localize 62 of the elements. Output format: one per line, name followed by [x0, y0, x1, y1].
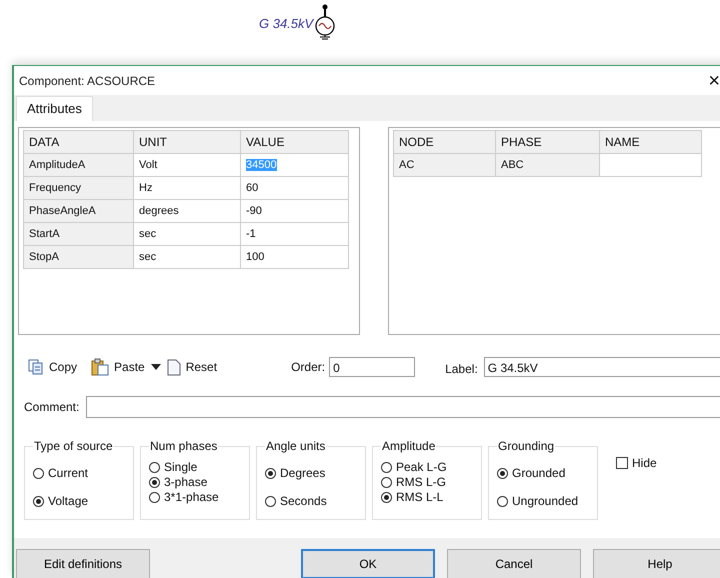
- dialog-button[interactable]: Cancel: [447, 549, 581, 578]
- table-cell: Hz: [134, 177, 241, 200]
- column-header: NODE: [394, 131, 496, 154]
- radio-option[interactable]: Current: [33, 466, 88, 480]
- value-cell[interactable]: 60: [241, 177, 349, 200]
- comment-field[interactable]: [86, 396, 720, 418]
- table-cell: degrees: [134, 200, 241, 223]
- dialog-button[interactable]: Edit definitions: [16, 549, 150, 578]
- radio-option[interactable]: RMS L-L: [381, 490, 444, 504]
- tab[interactable]: Attributes: [16, 96, 93, 121]
- dialog-button[interactable]: Help: [593, 549, 720, 578]
- value-cell[interactable]: 100: [241, 246, 349, 269]
- document-icon: [166, 358, 181, 376]
- toolbar-button[interactable]: Reset: [166, 358, 218, 376]
- radio-option[interactable]: 3-phase: [149, 475, 208, 489]
- table-cell: sec: [134, 223, 241, 246]
- column-header: PHASE: [496, 131, 600, 154]
- radio-option[interactable]: Peak L-G: [381, 460, 447, 474]
- radio-option[interactable]: Single: [149, 460, 198, 474]
- table-cell: StartA: [24, 223, 134, 246]
- table-cell: StopA: [24, 246, 134, 269]
- column-header: NAME: [600, 131, 702, 154]
- column-header: VALUE: [241, 131, 349, 154]
- order-field[interactable]: 0: [329, 357, 416, 378]
- field-label: Comment:: [24, 400, 80, 414]
- component-label: G 34.5kV: [259, 16, 314, 31]
- radio-option[interactable]: Ungrounded: [497, 494, 578, 508]
- table-cell: Frequency: [24, 177, 134, 200]
- radio-option[interactable]: Seconds: [265, 494, 327, 508]
- toolbar-button[interactable]: Copy: [28, 359, 78, 376]
- label-field[interactable]: G 34.5kV: [484, 357, 720, 378]
- group-title: Num phases: [149, 439, 218, 453]
- group-title: Grounding: [497, 439, 556, 453]
- paste-icon: [91, 358, 110, 376]
- toolbar-button[interactable]: Paste: [91, 358, 145, 376]
- caret-icon[interactable]: [150, 364, 161, 370]
- table-cell: AmplitudeA: [24, 154, 134, 177]
- close-button[interactable]: ×: [708, 70, 720, 90]
- value-cell[interactable]: -1: [241, 223, 349, 246]
- radio-option[interactable]: RMS L-G: [381, 475, 446, 489]
- table-cell: Volt: [134, 154, 241, 177]
- radio-option[interactable]: 3*1-phase: [149, 490, 219, 504]
- table-cell: ABC: [496, 154, 600, 177]
- value-cell[interactable]: -90: [241, 200, 349, 223]
- radio-option[interactable]: Grounded: [497, 466, 566, 480]
- column-header: DATA: [24, 131, 134, 154]
- group-title: Amplitude: [381, 439, 436, 453]
- field-label: Order:: [291, 360, 326, 374]
- window-title: Component: ACSOURCE: [19, 74, 156, 88]
- table-cell: PhaseAngleA: [24, 200, 134, 223]
- table-cell: AC: [394, 154, 496, 177]
- field-label: Label:: [445, 362, 478, 376]
- group-title: Type of source: [33, 439, 114, 453]
- group-title: Angle units: [265, 439, 326, 453]
- radio-option[interactable]: Degrees: [265, 466, 326, 480]
- hide-checkbox[interactable]: Hide: [616, 456, 657, 470]
- radio-option[interactable]: Voltage: [33, 494, 88, 508]
- column-header: UNIT: [134, 131, 241, 154]
- copy-icon: [28, 359, 44, 376]
- table-cell: sec: [134, 246, 241, 269]
- dialog-button[interactable]: OK: [301, 549, 435, 578]
- ac-source-icon: [314, 4, 336, 40]
